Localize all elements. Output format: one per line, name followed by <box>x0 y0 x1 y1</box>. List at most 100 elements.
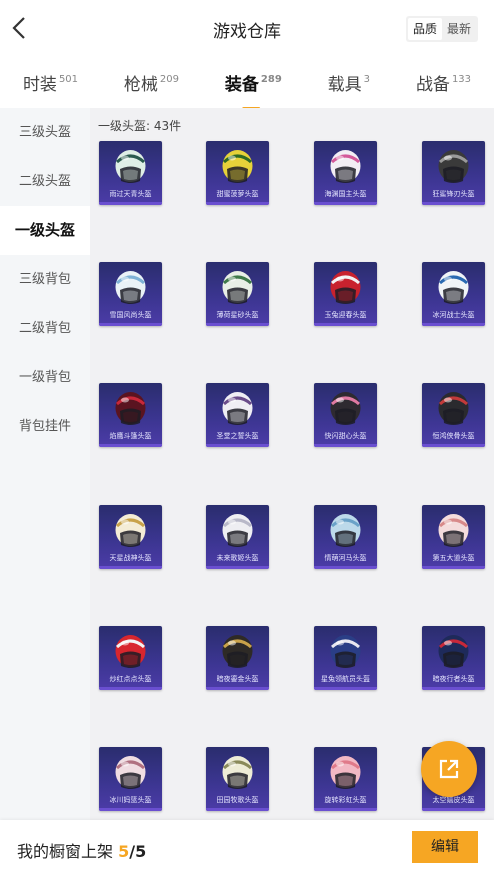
rarity-bar <box>99 808 162 811</box>
sidebar-item-level2-helmet[interactable]: 二级头盔 <box>0 157 90 206</box>
helmet-icon <box>330 392 361 425</box>
helmet-icon <box>115 756 146 789</box>
item-card[interactable]: 圣堂之誓头盔 <box>206 383 269 447</box>
helmet-icon <box>115 514 146 547</box>
rarity-bar <box>314 687 377 690</box>
item-card[interactable]: 恒鸿侠骨头盔 <box>422 383 485 447</box>
sidebar-item-level3-helmet[interactable]: 三级头盔 <box>0 108 90 157</box>
item-card[interactable]: 天星战神头盔 <box>99 505 162 569</box>
tab-label: 枪械 <box>123 75 158 95</box>
sort-quality-option[interactable]: 品质 <box>407 18 442 40</box>
item-card[interactable]: 薄荷星砂头盔 <box>206 262 269 326</box>
item-name: 星兔领航员头盔 <box>321 675 370 683</box>
item-card[interactable]: 甜蜜菠萝头盔 <box>206 141 269 205</box>
helmet-icon <box>222 514 253 547</box>
item-name: 天星战神头盔 <box>109 554 152 562</box>
sidebar-item-level1-backpack[interactable]: 一级背包 <box>0 353 90 402</box>
item-name: 圣堂之誓头盔 <box>216 432 259 440</box>
rarity-bar <box>99 444 162 447</box>
tab-label: 战备 <box>415 75 450 95</box>
item-card[interactable]: 炒红点点头盔 <box>99 626 162 690</box>
showcase-total: /5 <box>129 842 147 861</box>
rarity-bar <box>422 687 485 690</box>
section-label: 一级头盔: 43件 <box>98 119 182 133</box>
item-panel: 一级头盔: 43件 雨过天青头盔 甜蜜菠萝头盔 海渊国主头盔 狂鲨锋刃头盔雪国风尚头盔… <box>90 108 494 820</box>
item-card[interactable]: 第五大道头盔 <box>422 505 485 569</box>
tab-weapons[interactable]: 枪械 209 <box>124 58 179 104</box>
item-card[interactable]: 未来歌姬头盔 <box>206 505 269 569</box>
helmet-icon <box>330 150 361 183</box>
tab-label: 装备 <box>224 75 259 95</box>
rarity-bar <box>206 202 269 205</box>
helmet-icon <box>222 635 253 668</box>
item-name: 冰河战士头盔 <box>432 311 475 319</box>
item-name: 焰鹰斗篷头盔 <box>109 432 152 440</box>
item-card[interactable]: 海渊国主头盔 <box>314 141 377 205</box>
item-name: 玉兔迎春头盔 <box>324 311 367 319</box>
tab-count: 501 <box>58 74 79 85</box>
helmet-icon <box>438 514 469 547</box>
sidebar-item-backpack-pendant[interactable]: 背包挂件 <box>0 402 90 451</box>
rarity-bar <box>99 566 162 569</box>
item-name: 雪国风尚头盔 <box>109 311 152 319</box>
item-card[interactable]: 雨过天青头盔 <box>99 141 162 205</box>
rarity-bar <box>206 566 269 569</box>
rarity-bar <box>314 444 377 447</box>
helmet-icon <box>222 392 253 425</box>
rarity-bar <box>99 687 162 690</box>
item-name: 狂鲨锋刃头盔 <box>432 190 475 198</box>
item-card[interactable]: 旋转彩虹头盔 <box>314 747 377 811</box>
tab-label: 时装 <box>22 75 57 95</box>
sidebar-item-level3-backpack[interactable]: 三级背包 <box>0 255 90 304</box>
sidebar: 三级头盔 二级头盔 一级头盔 三级背包 二级背包 一级背包 背包挂件 <box>0 108 90 820</box>
footer-bar: 我的橱窗上架 5/5 编辑 <box>0 820 494 875</box>
item-name: 恒鸿侠骨头盔 <box>432 432 475 440</box>
showcase-count: 5 <box>118 842 130 861</box>
item-card[interactable]: 狂鲨锋刃头盔 <box>422 141 485 205</box>
helmet-icon <box>115 271 146 304</box>
item-card[interactable]: 星兔领航员头盔 <box>314 626 377 690</box>
rarity-bar <box>422 323 485 326</box>
item-name: 田园牧歌头盔 <box>216 796 259 804</box>
item-card[interactable]: 玉兔迎春头盔 <box>314 262 377 326</box>
tab-battle-supplies[interactable]: 战备 133 <box>416 58 471 104</box>
tab-vehicles[interactable]: 载具 3 <box>328 58 370 104</box>
helmet-icon <box>330 756 361 789</box>
sort-toggle[interactable]: 品质 最新 <box>405 16 478 42</box>
item-card[interactable]: 冰河战士头盔 <box>422 262 485 326</box>
sidebar-item-level1-helmet[interactable]: 一级头盔 <box>0 206 90 255</box>
rarity-bar <box>206 444 269 447</box>
item-name: 情萌河马头盔 <box>324 554 367 562</box>
item-name: 海渊国主头盔 <box>324 190 367 198</box>
item-card[interactable]: 暗夜行者头盔 <box>422 626 485 690</box>
rarity-bar <box>314 323 377 326</box>
helmet-icon <box>330 635 361 668</box>
helmet-icon <box>222 150 253 183</box>
item-name: 暗夜行者头盔 <box>432 675 475 683</box>
sort-latest-option[interactable]: 最新 <box>442 18 476 40</box>
rarity-bar <box>422 444 485 447</box>
rarity-bar <box>422 808 485 811</box>
item-card[interactable]: 雪国风尚头盔 <box>99 262 162 326</box>
item-card[interactable]: 田园牧歌头盔 <box>206 747 269 811</box>
share-button[interactable] <box>421 741 477 797</box>
item-name: 未来歌姬头盔 <box>216 554 259 562</box>
item-card[interactable]: 情萌河马头盔 <box>314 505 377 569</box>
tab-fashion[interactable]: 时装 501 <box>23 58 78 104</box>
helmet-icon <box>438 150 469 183</box>
rarity-bar <box>99 323 162 326</box>
item-name: 炒红点点头盔 <box>109 675 152 683</box>
category-tabs: 时装 501 枪械 209 装备 289 载具 3 战备 133 <box>0 58 494 104</box>
item-card[interactable]: 快闪甜心头盔 <box>314 383 377 447</box>
item-card[interactable]: 冰川妈篮头盔 <box>99 747 162 811</box>
tab-equipment[interactable]: 装备 289 <box>225 58 282 104</box>
edit-button[interactable]: 编辑 <box>412 831 478 863</box>
item-card[interactable]: 暗夜鎏金头盔 <box>206 626 269 690</box>
sidebar-item-level2-backpack[interactable]: 二级背包 <box>0 304 90 353</box>
item-card[interactable]: 焰鹰斗篷头盔 <box>99 383 162 447</box>
helmet-icon <box>115 150 146 183</box>
rarity-bar <box>422 202 485 205</box>
showcase-label: 我的橱窗上架 <box>17 842 114 861</box>
item-name: 快闪甜心头盔 <box>324 432 367 440</box>
rarity-bar <box>206 323 269 326</box>
